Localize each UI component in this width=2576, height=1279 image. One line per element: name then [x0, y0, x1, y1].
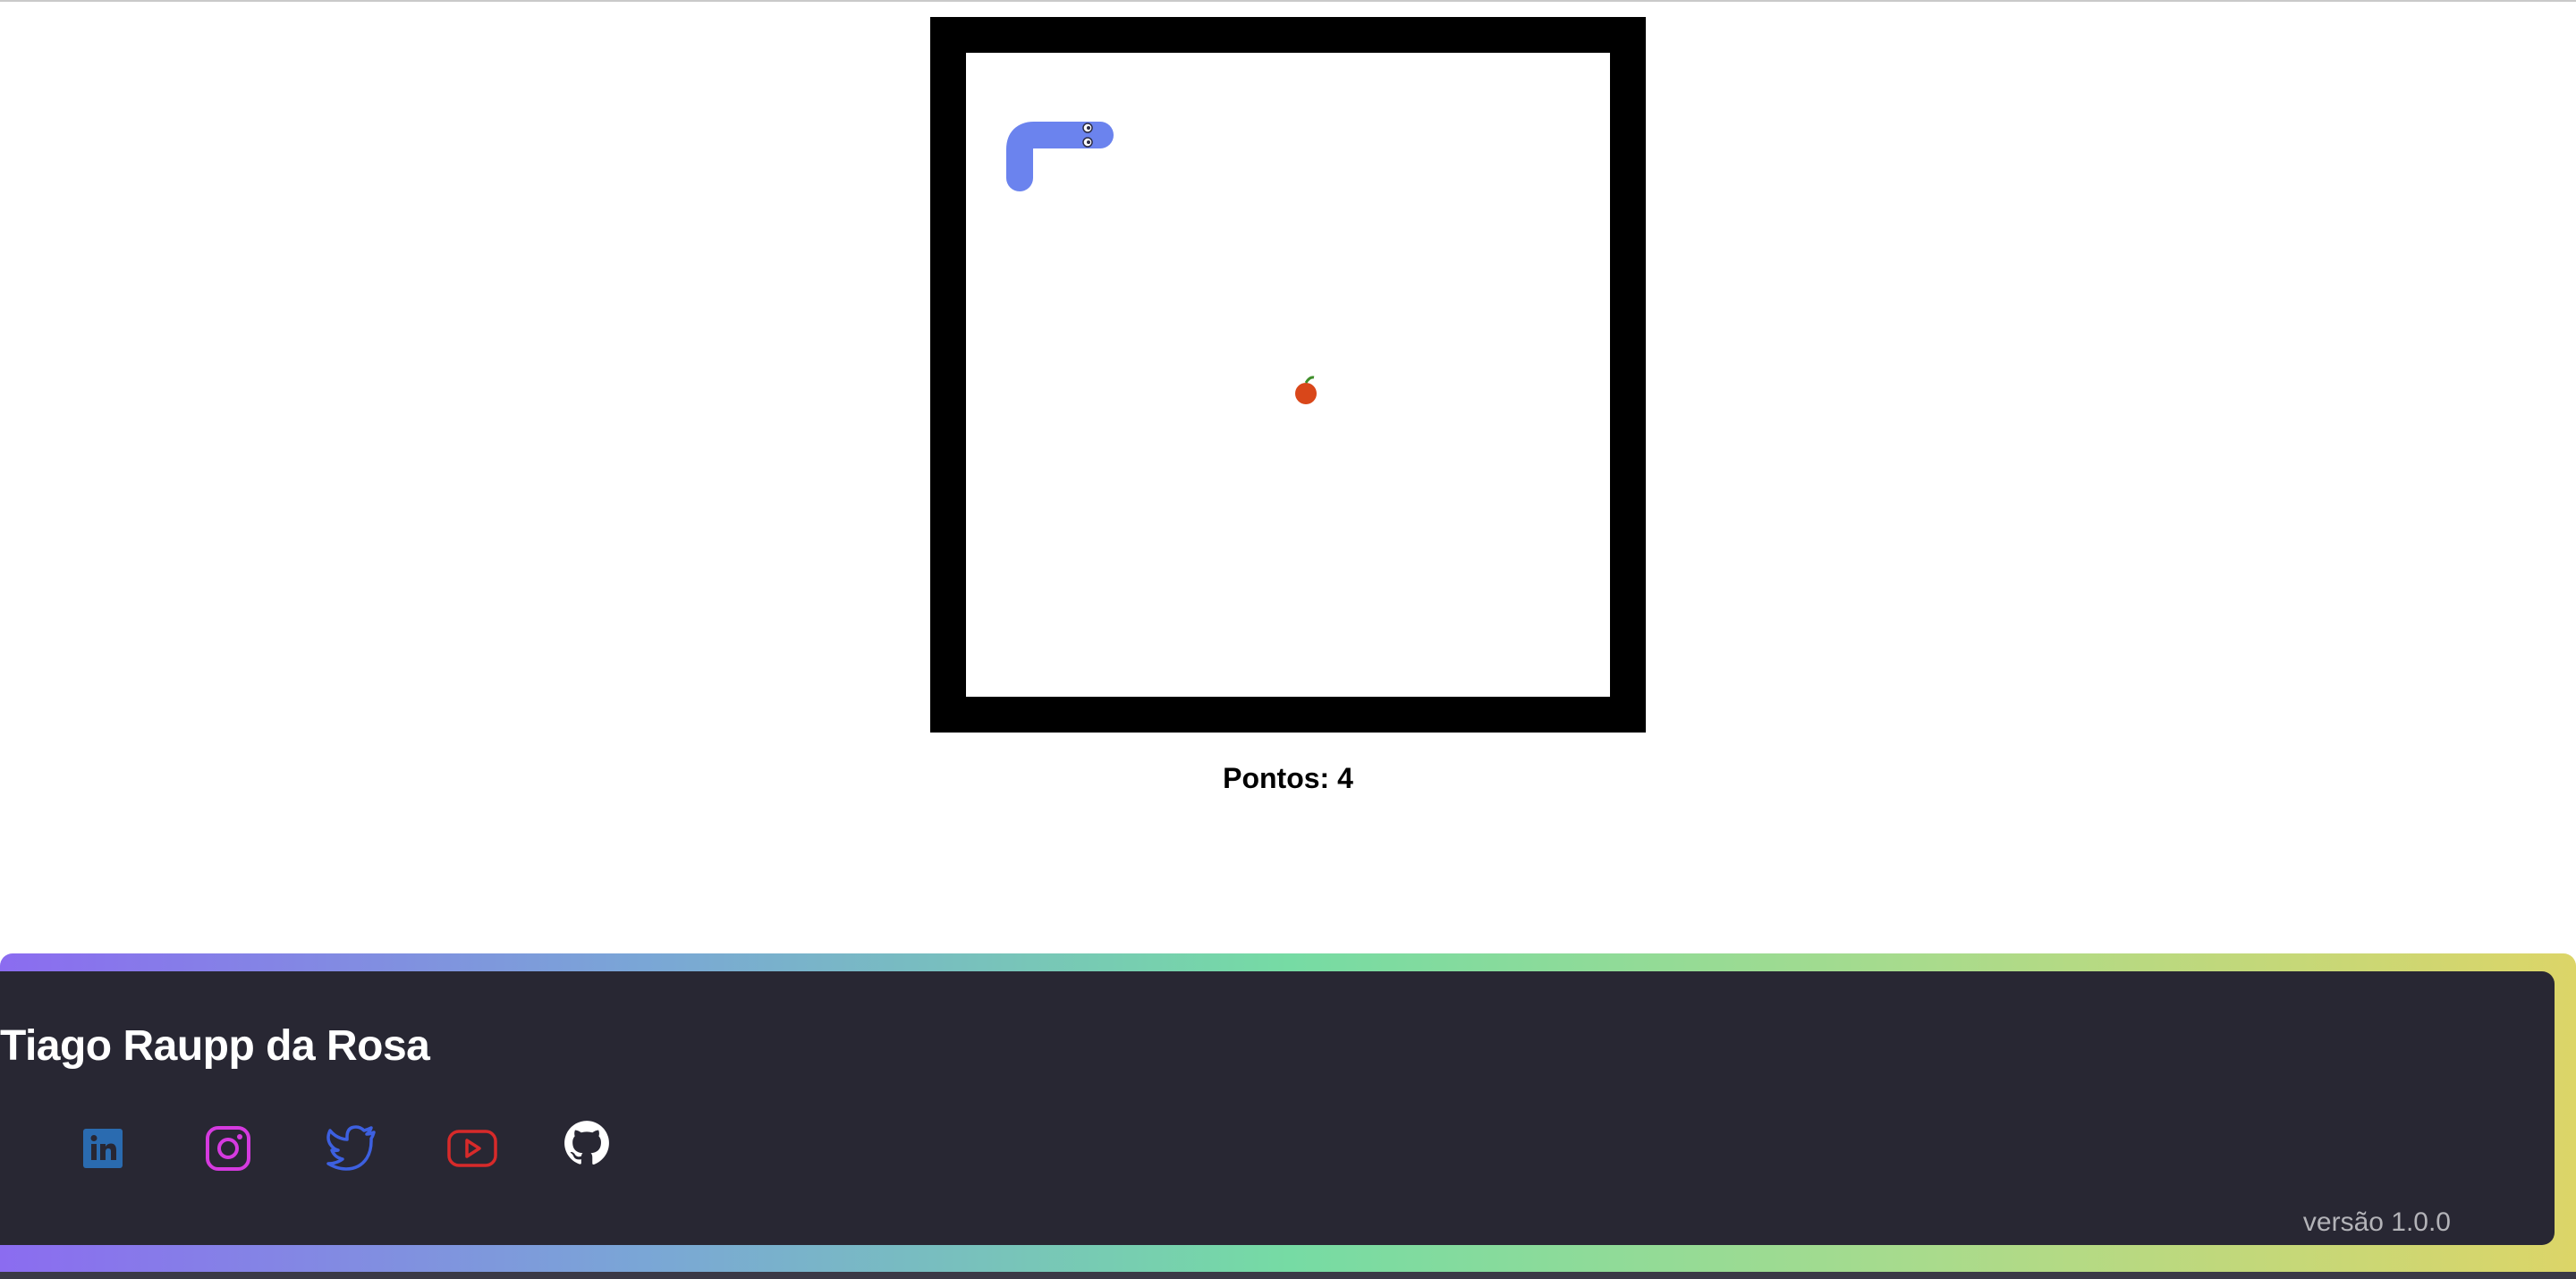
- youtube-icon: [447, 1130, 497, 1167]
- github-link[interactable]: [560, 1116, 614, 1170]
- score-display: Pontos: 4: [0, 762, 2576, 795]
- game-board[interactable]: [930, 17, 1646, 733]
- score-value: 4: [1337, 762, 1353, 794]
- version-label: versão 1.0.0: [2302, 1207, 2451, 1237]
- instagram-link[interactable]: [201, 1122, 255, 1175]
- score-label: Pontos:: [1223, 762, 1330, 794]
- apple-icon: [1295, 376, 1317, 404]
- footer: Tiago Raupp da Rosa versão 1.0.0: [0, 971, 2555, 1245]
- github-icon: [564, 1121, 609, 1165]
- game-canvas: [1006, 122, 1317, 404]
- snake-head: [1082, 122, 1114, 148]
- linkedin-icon: [83, 1129, 123, 1168]
- linkedin-link[interactable]: [76, 1122, 130, 1175]
- twitter-icon: [326, 1125, 376, 1171]
- twitter-link[interactable]: [325, 1122, 378, 1175]
- top-divider: [0, 0, 2576, 2]
- youtube-link[interactable]: [445, 1122, 499, 1175]
- instagram-icon: [206, 1126, 250, 1171]
- author-name: Tiago Raupp da Rosa: [0, 1022, 430, 1070]
- bottom-strip: [0, 1272, 2576, 1279]
